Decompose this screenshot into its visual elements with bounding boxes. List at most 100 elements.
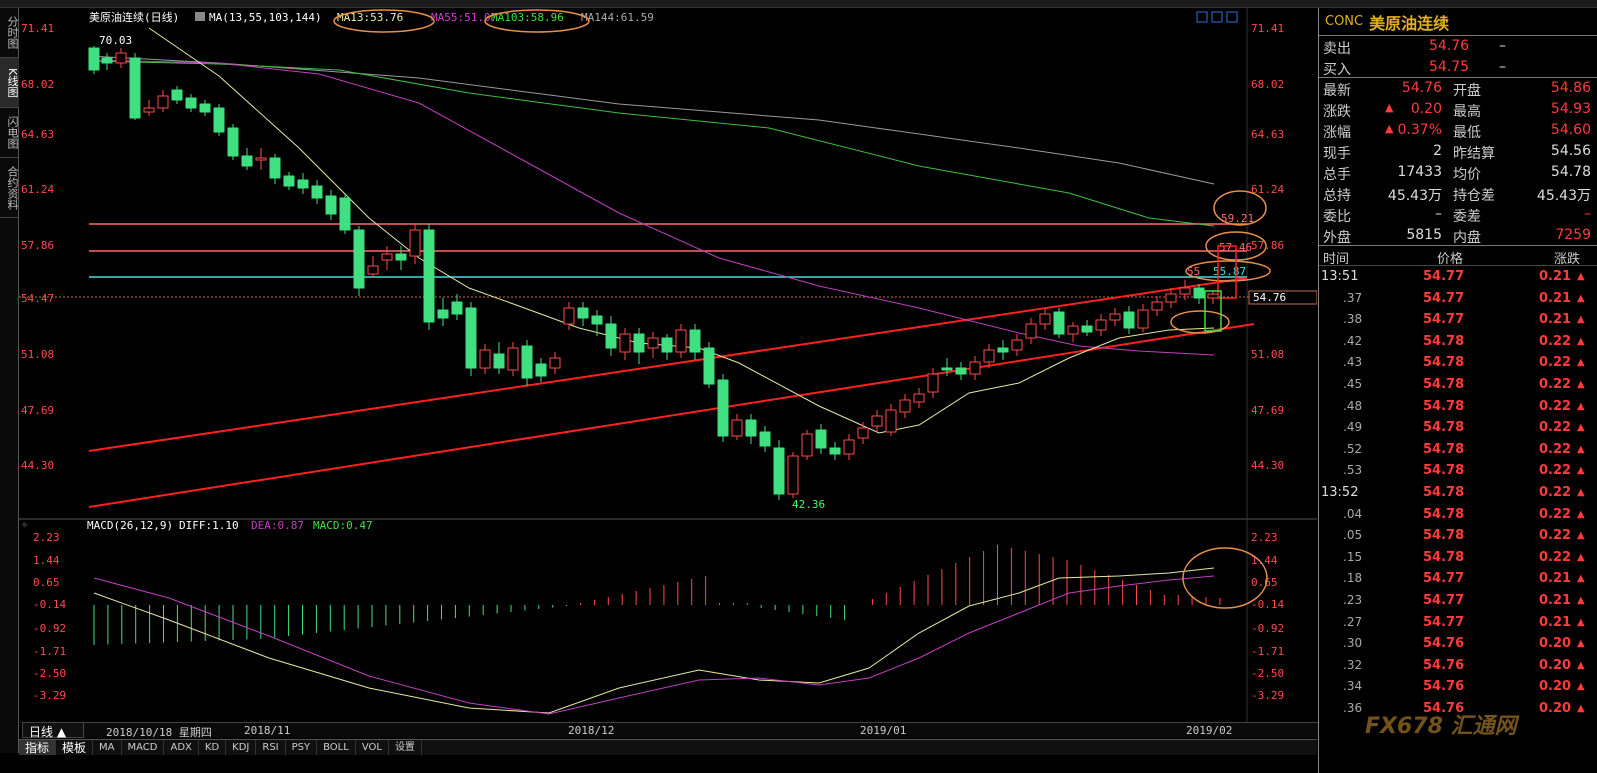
macd-settings-icon[interactable]: ☼ xyxy=(22,521,28,531)
tick-list[interactable]: 13:51 54.77 0.21 ▲ .37 54.77 0.21 ▲ .38 54… xyxy=(1319,266,1597,719)
level-label-partial: 55 xyxy=(1187,265,1200,278)
tick-change: 0.22 xyxy=(1539,506,1572,522)
macd-tick-left: 1.44 xyxy=(33,554,60,567)
tick-row: .53 54.78 0.22 ▲ xyxy=(1319,460,1597,482)
candle-body xyxy=(941,367,953,371)
cursor-date: 2018/10/18 星期四 xyxy=(106,726,212,739)
candle-body xyxy=(325,195,337,215)
macd-tick-right: -1.71 xyxy=(1251,645,1284,658)
macd-tick-right: -3.29 xyxy=(1251,689,1284,702)
tick-price: 54.78 xyxy=(1423,549,1465,565)
tick-change: 0.22 xyxy=(1539,376,1572,392)
quote-label: 总持 xyxy=(1323,188,1351,204)
quote-label: 最高 xyxy=(1453,104,1481,120)
tick-time: .05 xyxy=(1343,528,1363,543)
tab-settings[interactable]: 设置 xyxy=(389,740,422,755)
up-arrow-icon: ▲ xyxy=(1577,357,1585,369)
tick-price: 54.78 xyxy=(1423,484,1465,500)
tick-header-change: 涨跌 xyxy=(1554,252,1581,267)
tab-rsi[interactable]: RSI xyxy=(256,740,286,755)
up-arrow-icon: ▲ xyxy=(1577,422,1585,434)
candle-body xyxy=(969,361,981,375)
tick-price: 54.77 xyxy=(1423,592,1465,608)
tab-psy[interactable]: PSY xyxy=(286,740,318,755)
candle-body xyxy=(1011,339,1023,351)
candle-body xyxy=(88,47,100,71)
up-arrow-icon: ▲ xyxy=(1577,616,1585,628)
tick-row: .32 54.76 0.20 ▲ xyxy=(1319,655,1597,677)
price-tick-right: 64.63 xyxy=(1251,128,1284,141)
tick-change: 0.21 xyxy=(1539,614,1572,630)
candle-body xyxy=(829,447,841,455)
date-label-dec: 2018/12 xyxy=(568,724,615,737)
ma-toggle-icon[interactable] xyxy=(195,12,205,21)
candle-body xyxy=(1081,325,1093,333)
macd-tick-right: 0.65 xyxy=(1251,576,1278,589)
candle-body xyxy=(493,353,505,369)
tab-kd[interactable]: KD xyxy=(199,740,227,755)
tick-price: 54.78 xyxy=(1423,420,1465,436)
quote-value: 45.43万 xyxy=(1536,188,1591,204)
price-tick-left: 64.63 xyxy=(21,128,54,141)
tick-time: .23 xyxy=(1343,592,1363,607)
tab-vol[interactable]: VOL xyxy=(356,740,389,755)
tick-time: .34 xyxy=(1343,679,1363,694)
date-axis: 2018/10/18 星期四 2018/11 2018/12 2019/01 2… xyxy=(84,722,1318,739)
quote-label: 最低 xyxy=(1453,125,1481,141)
tick-price: 54.76 xyxy=(1423,636,1465,652)
tab-contract-info[interactable]: 合约资料 xyxy=(0,158,19,218)
tab-timeshare[interactable]: 分时图 xyxy=(0,8,19,58)
candle-body xyxy=(423,229,435,323)
quote-row: 现手 2 昨结算 54.56 xyxy=(1319,141,1597,162)
quote-label: 均价 xyxy=(1453,167,1481,183)
candle-body xyxy=(885,409,897,433)
up-arrow-icon: ▲ xyxy=(1577,378,1585,390)
tick-row: .23 54.77 0.21 ▲ xyxy=(1319,590,1597,612)
up-arrow-icon: ▲ xyxy=(1577,314,1585,326)
up-arrow-icon: ▲ xyxy=(1385,101,1394,114)
up-arrow-icon: ▲ xyxy=(1577,400,1585,412)
sell-volume: – xyxy=(1499,38,1506,54)
tick-time: .04 xyxy=(1343,506,1363,521)
candle-body xyxy=(381,253,393,261)
tick-price: 54.78 xyxy=(1423,333,1465,349)
up-arrow-icon: ▲ xyxy=(1577,292,1585,304)
up-arrow-icon: ▲ xyxy=(1577,594,1585,606)
quote-panel: CONC 美原油连续 卖出 54.76 – 买入 54.75 – 最新 54.7… xyxy=(1318,8,1597,773)
buy-volume: – xyxy=(1499,59,1506,75)
quote-label: 涨幅 xyxy=(1323,125,1351,141)
tab-indicator[interactable]: 指标 xyxy=(19,740,57,755)
quote-row: 最新 54.76 开盘 54.86 xyxy=(1319,78,1597,99)
quote-value: 17433 xyxy=(1397,164,1442,180)
tick-time: .43 xyxy=(1343,355,1363,370)
price-tick-left: 61.24 xyxy=(21,183,54,196)
period-selector[interactable]: 日线 ▲ xyxy=(22,722,84,739)
tab-ma[interactable]: MA xyxy=(93,740,122,755)
candle-body xyxy=(577,307,589,319)
candle-body xyxy=(633,333,645,353)
tab-flash[interactable]: 闪电图 xyxy=(0,108,19,158)
quote-label: 外盘 xyxy=(1323,230,1351,246)
candle-body xyxy=(1193,287,1205,299)
price-tick-left: 68.02 xyxy=(21,78,54,91)
tick-time: .38 xyxy=(1343,312,1363,327)
tick-time: 13:51 xyxy=(1321,269,1359,284)
quote-value: 54.93 xyxy=(1550,101,1591,117)
candle-body xyxy=(171,89,183,101)
up-arrow-icon: ▲ xyxy=(1577,335,1585,347)
kline-chart[interactable]: 美原油连续(日线) MA(13,55,103,144) MA13:53.76 M… xyxy=(19,8,1318,723)
quote-label: 涨跌 xyxy=(1323,104,1351,120)
tab-macd[interactable]: MACD xyxy=(122,740,165,755)
tick-row: 13:51 54.77 0.21 ▲ xyxy=(1319,266,1597,288)
tab-kline[interactable]: K线图 xyxy=(0,58,19,108)
tick-time: .27 xyxy=(1343,614,1363,629)
tab-adx[interactable]: ADX xyxy=(164,740,199,755)
candle-body xyxy=(157,95,169,109)
candle-body xyxy=(353,229,365,289)
tick-time: .30 xyxy=(1343,636,1363,651)
tab-boll[interactable]: BOLL xyxy=(317,740,356,755)
up-arrow-icon: ▲ xyxy=(1577,443,1585,455)
up-arrow-icon: ▲ xyxy=(1577,486,1585,498)
tab-template[interactable]: 模板 xyxy=(56,740,94,755)
tab-kdj[interactable]: KDJ xyxy=(226,740,257,755)
